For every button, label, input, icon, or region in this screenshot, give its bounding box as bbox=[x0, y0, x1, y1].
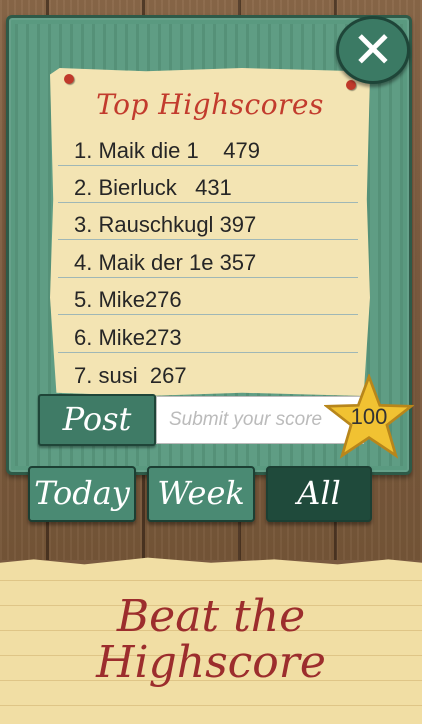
score-value: 100 bbox=[350, 404, 388, 429]
list-item: 4. Maik der 1e 357 bbox=[58, 248, 358, 278]
post-button[interactable]: Post bbox=[38, 394, 156, 446]
pin-icon bbox=[64, 74, 74, 84]
list-item: 3. Rauschkugl 397 bbox=[58, 210, 358, 240]
tab-week[interactable]: Week bbox=[147, 466, 255, 522]
tab-all[interactable]: All bbox=[266, 466, 372, 522]
list-item: 5. Mike276 bbox=[58, 285, 358, 315]
page-title: Top Highscores bbox=[96, 88, 324, 121]
close-button[interactable]: ✕ bbox=[336, 16, 410, 84]
tab-today[interactable]: Today bbox=[28, 466, 136, 522]
list-item: 6. Mike273 bbox=[58, 323, 358, 353]
beat-highscore-text: Beat the Highscore bbox=[96, 591, 326, 688]
list-item: 1. Maik die 1 479 bbox=[58, 136, 358, 166]
close-icon: ✕ bbox=[352, 21, 394, 79]
list-item: 7. susi 267 bbox=[74, 363, 187, 388]
list-item: 2. Bierluck 431 bbox=[58, 173, 358, 203]
